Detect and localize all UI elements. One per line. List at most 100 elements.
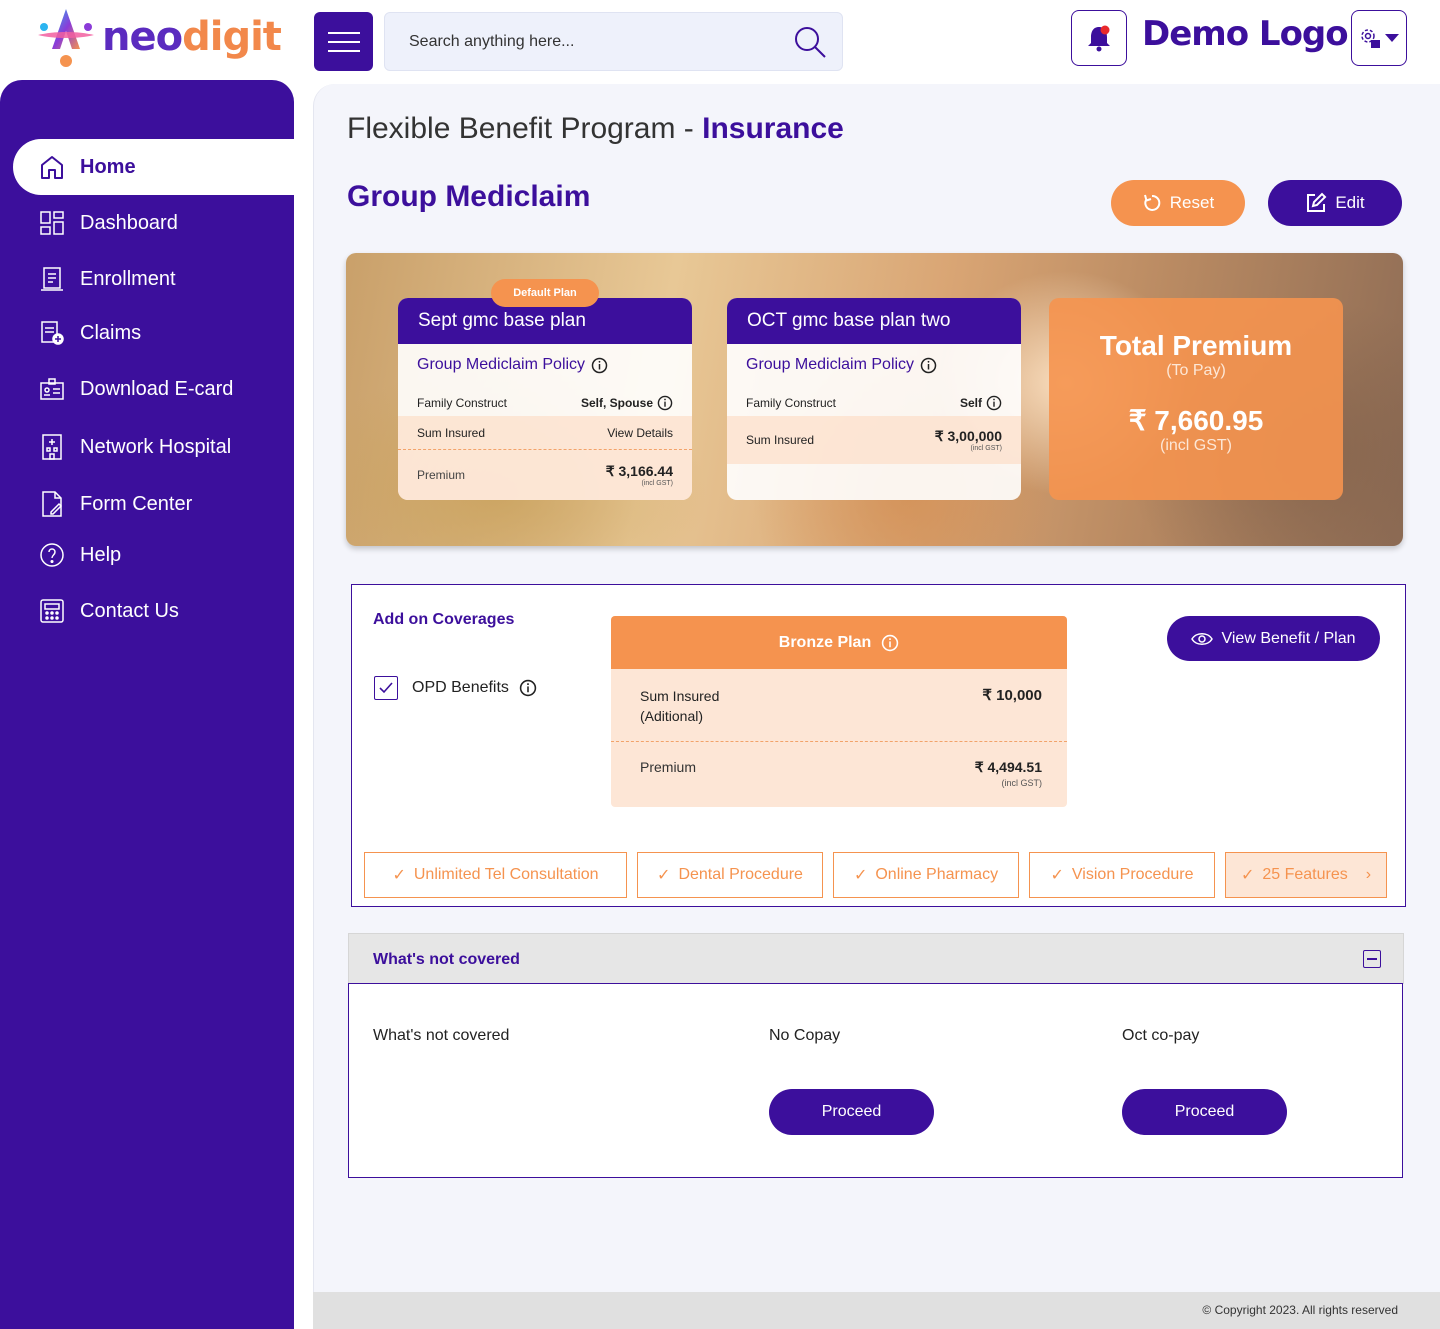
menu-toggle-button[interactable] — [314, 12, 373, 71]
sidebar-item-home[interactable]: Home — [13, 139, 294, 195]
bronze-premium-value-group: ₹ 4,494.51 (incl GST) — [975, 759, 1042, 788]
edit-button-label: Edit — [1335, 193, 1365, 212]
opd-benefits-text: OPD Benefits — [412, 679, 509, 696]
search-bar — [384, 12, 843, 71]
view-details-link[interactable]: View Details — [607, 426, 673, 440]
home-icon — [38, 153, 66, 181]
check-icon: ✓ — [1050, 867, 1064, 884]
view-benefit-plan-label: View Benefit / Plan — [1221, 629, 1356, 647]
settings-dropdown[interactable] — [1351, 10, 1407, 66]
sidebar-item-contact-us[interactable]: Contact Us — [0, 583, 294, 639]
sidebar-item-dashboard[interactable]: Dashboard — [0, 195, 294, 251]
bronze-plan-title: Bronze Plan — [778, 633, 872, 651]
chevron-right-icon: › — [1365, 866, 1372, 883]
view-benefit-plan-button[interactable]: View Benefit / Plan — [1167, 616, 1380, 661]
feature-label: Vision Procedure — [1071, 866, 1194, 883]
policy-label: Group Mediclaim Policy — [417, 356, 586, 373]
check-icon — [379, 682, 393, 694]
sum-insured-row: Sum Insured View Details — [398, 416, 692, 450]
bronze-premium-value: ₹ 4,494.51 — [974, 759, 1042, 775]
feature-label: Dental Procedure — [678, 866, 803, 883]
addon-title: Add on Coverages — [373, 611, 515, 628]
sidebar-item-label: Enrollment — [80, 267, 176, 290]
divider — [611, 741, 1067, 742]
opd-benefits-label: OPD Benefits — [412, 679, 537, 697]
info-icon[interactable] — [920, 357, 937, 374]
bronze-sum-value: ₹ 10,000 — [982, 687, 1042, 704]
sidebar-item-enrollment[interactable]: Enrollment — [0, 251, 294, 307]
proceed-button[interactable]: Proceed — [769, 1089, 934, 1135]
info-icon[interactable] — [591, 357, 608, 374]
hamburger-icon — [327, 31, 360, 34]
sidebar-item-network-hospital[interactable]: Network Hospital — [0, 419, 294, 475]
claims-icon — [38, 319, 66, 347]
logo-mark-icon — [34, 5, 98, 69]
sidebar-item-claims[interactable]: Claims — [0, 305, 294, 361]
not-covered-title: What's not covered — [373, 951, 520, 968]
eye-icon — [1191, 632, 1214, 645]
copyright-text: © Copyright 2023. All rights reserved — [1202, 1303, 1398, 1317]
sidebar-item-label: Form Center — [80, 492, 193, 515]
plan-card[interactable]: OCT gmc base plan two Group Mediclaim Po… — [727, 298, 1021, 500]
sum-insured-value-group: ₹ 3,00,000 (incl GST) — [935, 428, 1002, 452]
edit-button[interactable]: Edit — [1268, 180, 1402, 226]
feature-label: Online Pharmacy — [875, 866, 999, 883]
ecard-icon — [38, 375, 66, 403]
family-construct-value: Self — [960, 395, 1002, 411]
sidebar-item-help[interactable]: Help — [0, 527, 294, 583]
search-input[interactable] — [409, 31, 769, 53]
feature-chip[interactable]: ✓ Vision Procedure — [1029, 852, 1215, 898]
feature-label: Unlimited Tel Consultation — [413, 866, 599, 883]
notification-button[interactable] — [1071, 10, 1127, 66]
client-logo: Demo Logo — [1142, 14, 1349, 54]
info-icon[interactable] — [657, 395, 673, 411]
opd-benefits-checkbox[interactable] — [374, 676, 398, 700]
feature-chip[interactable]: ✓ Unlimited Tel Consultation — [364, 852, 627, 898]
no-copay-label: No Copay — [769, 1027, 841, 1044]
sidebar-item-label: Home — [80, 155, 136, 178]
collapse-toggle[interactable] — [1363, 950, 1381, 968]
sidebar-item-label: Contact Us — [80, 599, 179, 622]
info-icon[interactable] — [519, 679, 537, 697]
sidebar-item-download-ecard[interactable]: Download E-card — [0, 361, 294, 417]
reset-button[interactable]: Reset — [1111, 180, 1245, 226]
footer: © Copyright 2023. All rights reserved — [313, 1292, 1440, 1329]
search-icon[interactable] — [792, 24, 828, 60]
not-covered-label: What's not covered — [373, 1027, 510, 1044]
info-icon[interactable] — [986, 395, 1002, 411]
family-construct-text: Self — [959, 396, 982, 410]
check-icon: ✓ — [392, 867, 406, 884]
more-features-label: 25 Features — [1262, 866, 1348, 883]
plan-card[interactable]: Sept gmc base plan Group Mediclaim Polic… — [398, 298, 692, 500]
check-icon: ✓ — [1240, 867, 1255, 884]
check-icon: ✓ — [853, 867, 868, 884]
more-features-button[interactable]: ✓ 25 Features › — [1225, 852, 1387, 898]
sum-insured-row: Sum Insured ₹ 3,00,000 (incl GST) — [727, 416, 1021, 464]
feature-chip[interactable]: ✓ Dental Procedure — [637, 852, 823, 898]
sidebar-item-label: Help — [80, 543, 122, 566]
bronze-plan-header: Bronze Plan — [611, 616, 1067, 669]
hospital-icon — [38, 433, 66, 461]
total-premium-subtitle: (To Pay) — [1166, 362, 1226, 379]
gst-note: (incl GST) — [641, 480, 674, 487]
page-title-prefix: Flexible Benefit Program - — [347, 112, 703, 145]
edit-icon — [1307, 192, 1327, 212]
premium-value: ₹ 3,166.44 — [605, 463, 673, 479]
hamburger-icon-line — [327, 40, 360, 43]
check-icon: ✓ — [657, 867, 671, 884]
gst-note: (incl GST) — [1001, 778, 1043, 788]
proceed-button[interactable]: Proceed — [1122, 1089, 1287, 1135]
total-premium-amount: ₹ 7,660.95 — [1128, 405, 1264, 436]
sidebar-item-form-center[interactable]: Form Center — [0, 476, 294, 532]
sum-insured-value: ₹ 3,00,000 — [934, 428, 1002, 444]
oct-copay-label: Oct co-pay — [1122, 1027, 1200, 1044]
neodigit-logo[interactable]: neodigit — [34, 4, 282, 70]
info-icon[interactable] — [881, 634, 899, 652]
sum-insured-label: Sum Insured — [746, 433, 815, 447]
total-premium-card: Total Premium (To Pay) ₹ 7,660.95 (incl … — [1049, 298, 1343, 500]
family-construct-label: Family Construct — [746, 396, 837, 410]
bronze-premium-label: Premium — [640, 759, 697, 775]
feature-chip[interactable]: ✓ Online Pharmacy — [833, 852, 1019, 898]
family-construct-row: Family Construct Self, Spouse — [398, 390, 692, 416]
hamburger-icon-line — [327, 49, 360, 52]
